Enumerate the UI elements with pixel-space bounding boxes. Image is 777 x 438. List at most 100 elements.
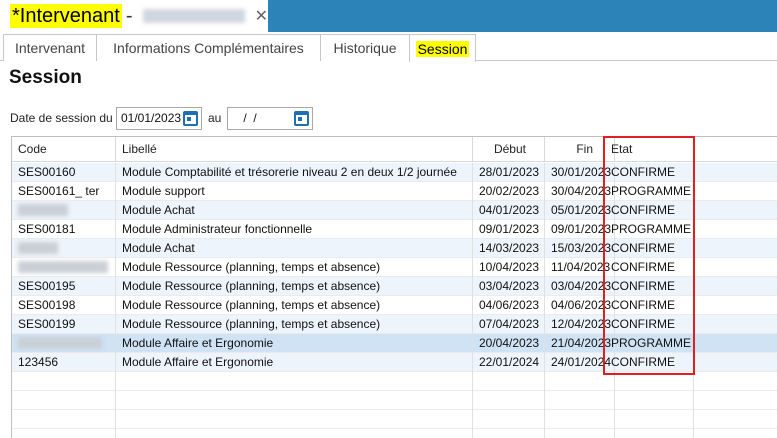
cell-libelle: Module Ressource (planning, temps et abs… — [116, 296, 473, 315]
empty-row — [12, 391, 777, 410]
cell-code: SES00195 — [12, 277, 116, 296]
tab-label: Historique — [333, 40, 397, 56]
redacted-code — [18, 261, 108, 273]
column-header-debut[interactable]: Début — [473, 137, 545, 162]
tab-strip: Intervenant Informations Complémentaires… — [0, 34, 777, 62]
cell-debut: 09/01/2023 — [473, 220, 545, 239]
cell-etat: CONFIRME — [605, 163, 694, 182]
cell-libelle: Module Ressource (planning, temps et abs… — [116, 258, 473, 277]
empty-cell — [12, 372, 116, 391]
calendar-icon[interactable] — [183, 111, 198, 126]
column-header-code[interactable]: Code — [12, 137, 116, 162]
tab-session[interactable]: Session — [409, 34, 476, 62]
date-to-label: au — [208, 111, 222, 125]
empty-row — [12, 372, 777, 391]
cell-code — [12, 201, 116, 220]
table-row[interactable]: Module Affaire et Ergonomie 20/04/2023 21/… — [12, 334, 777, 353]
cell-etat: CONFIRME — [605, 258, 694, 277]
cell-etat: PROGRAMME — [605, 334, 694, 353]
empty-cell — [605, 429, 694, 438]
date-to-field[interactable]: / / — [227, 107, 313, 130]
page-title: Session — [9, 67, 82, 88]
empty-row — [12, 410, 777, 429]
empty-cell — [473, 429, 545, 438]
cell-etat: CONFIRME — [605, 353, 694, 372]
cell-libelle: Module Achat — [116, 239, 473, 258]
window-titlebar: *Intervenant - ✕ — [0, 0, 777, 32]
cell-etat: CONFIRME — [605, 201, 694, 220]
empty-row — [12, 429, 777, 438]
cell-code: SES00161_ ter — [12, 182, 116, 201]
empty-cell — [116, 410, 473, 429]
cell-code: SES00160 — [12, 163, 116, 182]
redacted-code — [18, 242, 58, 254]
calendar-icon[interactable] — [294, 111, 309, 126]
cell-debut: 04/06/2023 — [473, 296, 545, 315]
close-icon[interactable]: ✕ — [255, 6, 268, 26]
cell-libelle: Module Ressource (planning, temps et abs… — [116, 315, 473, 334]
table-row[interactable]: SES00199 Module Ressource (planning, temp… — [12, 315, 777, 334]
tab-informations-complementaires[interactable]: Informations Complémentaires — [96, 34, 321, 61]
date-filter: Date de session du 01/01/2023 au / / — [0, 107, 777, 131]
column-header-libelle[interactable]: Libellé — [116, 137, 473, 162]
cell-libelle: Module Administrateur fonctionnelle — [116, 220, 473, 239]
titlebar-accent — [268, 0, 777, 32]
table-row[interactable]: Module Ressource (planning, temps et abs… — [12, 258, 777, 277]
empty-cell — [12, 410, 116, 429]
title-separator: - — [125, 4, 133, 27]
tab-historique[interactable]: Historique — [320, 34, 410, 61]
table-row[interactable]: SES00181 Module Administrateur fonctionne… — [12, 220, 777, 239]
cell-code — [12, 258, 116, 277]
table-row[interactable]: SES00198 Module Ressource (planning, temp… — [12, 296, 777, 315]
cell-code — [12, 334, 116, 353]
column-header-etat[interactable]: Etat — [605, 137, 694, 162]
tab-label: Informations Complémentaires — [113, 40, 304, 56]
empty-cell — [12, 391, 116, 410]
table-row[interactable]: SES00195 Module Ressource (planning, temp… — [12, 277, 777, 296]
empty-cell — [605, 391, 694, 410]
cell-libelle: Module Achat — [116, 201, 473, 220]
cell-etat: CONFIRME — [605, 239, 694, 258]
cell-debut: 28/01/2023 — [473, 163, 545, 182]
cell-libelle: Module Affaire et Ergonomie — [116, 353, 473, 372]
redacted-code — [18, 337, 102, 349]
cell-libelle: Module Ressource (planning, temps et abs… — [116, 277, 473, 296]
document-tab[interactable]: *Intervenant - ✕ — [0, 0, 268, 32]
empty-cell — [12, 429, 116, 438]
cell-debut: 03/04/2023 — [473, 277, 545, 296]
cell-libelle: Module support — [116, 182, 473, 201]
cell-debut: 20/04/2023 — [473, 334, 545, 353]
cell-code: SES00199 — [12, 315, 116, 334]
cell-code: SES00181 — [12, 220, 116, 239]
table-row[interactable]: SES00161_ ter Module support 20/02/2023 30/… — [12, 182, 777, 201]
session-table: Code Libellé Début Fin Etat SES00160 Modu… — [11, 136, 777, 438]
tab-intervenant[interactable]: Intervenant — [3, 34, 97, 61]
cell-debut: 22/01/2024 — [473, 353, 545, 372]
cell-code: SES00198 — [12, 296, 116, 315]
cell-code: 123456 — [12, 353, 116, 372]
redacted-code — [18, 204, 68, 216]
table-row[interactable]: Module Achat 04/01/2023 05/01/2023 CONFIRME — [12, 201, 777, 220]
table-row[interactable]: 123456 Module Affaire et Ergonomie 22/01/2… — [12, 353, 777, 372]
cell-code — [12, 239, 116, 258]
cell-etat: PROGRAMME — [605, 182, 694, 201]
date-from-label: Date de session du — [10, 111, 113, 125]
tab-label: Intervenant — [14, 40, 86, 56]
empty-cell — [605, 410, 694, 429]
empty-cell — [605, 372, 694, 391]
cell-libelle: Module Comptabilité et trésorerie niveau… — [116, 163, 473, 182]
date-to-value: / / — [240, 111, 257, 125]
cell-libelle: Module Affaire et Ergonomie — [116, 334, 473, 353]
empty-cell — [116, 372, 473, 391]
cell-etat: CONFIRME — [605, 277, 694, 296]
cell-etat: PROGRAMME — [605, 220, 694, 239]
date-from-field[interactable]: 01/01/2023 — [116, 107, 202, 130]
empty-cell — [473, 372, 545, 391]
cell-debut: 07/04/2023 — [473, 315, 545, 334]
table-row[interactable]: SES00160 Module Comptabilité et trésoreri… — [12, 163, 777, 182]
cell-debut: 20/02/2023 — [473, 182, 545, 201]
cell-debut: 14/03/2023 — [473, 239, 545, 258]
table-row[interactable]: Module Achat 14/03/2023 15/03/2023 CONFIRME — [12, 239, 777, 258]
redacted-name — [142, 9, 245, 23]
table-header: Code Libellé Début Fin Etat — [12, 137, 777, 162]
